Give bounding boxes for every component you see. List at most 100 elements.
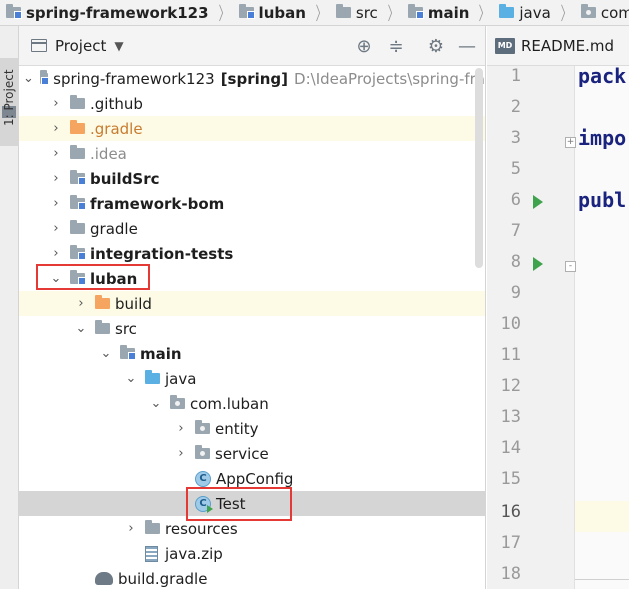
- tree-row-github[interactable]: › .github: [19, 91, 485, 116]
- target-icon[interactable]: ⊕: [352, 34, 376, 58]
- editor-divider: [575, 579, 629, 580]
- line-number: 15: [500, 469, 521, 489]
- chevron-right-icon[interactable]: ›: [73, 296, 89, 311]
- module-folder-icon: [238, 4, 255, 19]
- breadcrumb-item-java[interactable]: java 〉: [493, 0, 574, 25]
- breadcrumb-item-main[interactable]: main 〉: [402, 0, 494, 25]
- fold-icon[interactable]: +: [565, 137, 576, 148]
- tree-row-idea[interactable]: › .idea: [19, 141, 485, 166]
- line-number-current: 16: [500, 502, 521, 522]
- tree-row-build[interactable]: › build: [19, 291, 485, 316]
- tree-row-com-luban[interactable]: ⌄ com.luban: [19, 391, 485, 416]
- editor-tab[interactable]: MD README.md: [487, 26, 629, 66]
- line-number: 3: [510, 128, 521, 148]
- tree-row-build-gradle[interactable]: › build.gradle: [19, 566, 485, 589]
- breadcrumb-label: com: [600, 3, 629, 22]
- breadcrumb-item-com[interactable]: com 〉: [575, 0, 629, 25]
- module-folder-icon: [70, 245, 86, 260]
- breadcrumb-label: main: [427, 3, 470, 22]
- run-method-icon[interactable]: [533, 257, 543, 271]
- tree-label: .idea: [90, 144, 127, 163]
- chevron-right-icon[interactable]: ›: [48, 246, 64, 261]
- collapse-all-icon[interactable]: ≑: [384, 34, 408, 58]
- dropdown-arrow-icon[interactable]: ▼: [114, 39, 123, 53]
- tree-label: java.zip: [165, 544, 223, 563]
- chevron-right-icon[interactable]: ›: [48, 96, 64, 111]
- code-line-1[interactable]: pack: [578, 64, 626, 88]
- line-number: 7: [510, 221, 521, 241]
- fold-icon[interactable]: -: [565, 261, 576, 272]
- line-number: 6: [510, 190, 521, 210]
- excluded-folder-icon: [95, 295, 110, 309]
- project-panel-title[interactable]: Project: [55, 37, 106, 55]
- package-icon: [195, 445, 210, 459]
- gear-icon[interactable]: ⚙: [424, 34, 448, 58]
- line-number: 2: [510, 97, 521, 117]
- line-number: 5: [510, 159, 521, 179]
- chevron-right-icon[interactable]: ›: [123, 521, 139, 536]
- editor-pane: MD README.md 1 2 3 5 6 7 8 9 10 11 12 13…: [487, 26, 629, 589]
- tree-row-service[interactable]: › service: [19, 441, 485, 466]
- chevron-right-icon[interactable]: ›: [173, 421, 189, 436]
- chevron-right-icon[interactable]: ›: [48, 196, 64, 211]
- tree-label: AppConfig: [216, 469, 294, 488]
- chevron-right-icon[interactable]: ›: [48, 121, 64, 136]
- chevron-right-icon[interactable]: ›: [48, 146, 64, 161]
- tree-row-main[interactable]: ⌄ main: [19, 341, 485, 366]
- breadcrumb-label: luban: [258, 3, 306, 22]
- chevron-right-icon[interactable]: ›: [48, 171, 64, 186]
- breadcrumb-item-src[interactable]: src 〉: [330, 0, 402, 25]
- chevron-down-icon[interactable]: ⌄: [73, 321, 89, 336]
- tree-label: resources: [165, 519, 238, 538]
- breadcrumb-label: src: [355, 3, 378, 22]
- tree-row-framework-bom[interactable]: › framework-bom: [19, 191, 485, 216]
- chevron-down-icon[interactable]: ⌄: [123, 371, 139, 386]
- tree-label: integration-tests: [90, 244, 234, 263]
- source-folder-icon: [145, 370, 160, 384]
- breadcrumb-item-project[interactable]: spring-framework123 〉: [0, 0, 233, 25]
- tree-row-integration-tests[interactable]: › integration-tests: [19, 241, 485, 266]
- folder-icon: [70, 145, 85, 159]
- breadcrumb-item-luban[interactable]: luban 〉: [233, 0, 330, 25]
- chevron-down-icon[interactable]: ⌄: [98, 346, 114, 361]
- chevron-down-icon[interactable]: ⌄: [148, 396, 164, 411]
- chevron-down-icon[interactable]: ⌄: [23, 71, 34, 86]
- vertical-scrollbar[interactable]: [475, 68, 483, 268]
- tree-row-buildsrc[interactable]: › buildSrc: [19, 166, 485, 191]
- chevron-right-icon[interactable]: ›: [48, 221, 64, 236]
- tree-label: src: [115, 319, 137, 338]
- line-number: 17: [500, 533, 521, 553]
- line-number: 11: [500, 345, 521, 365]
- module-folder-icon: [39, 70, 50, 85]
- minimize-icon[interactable]: —: [455, 34, 479, 58]
- project-panel-header: Project ▼ ⊕ ≑ ⚙ —: [19, 26, 485, 66]
- package-icon: [580, 4, 596, 18]
- tree-row-gradle[interactable]: › gradle: [19, 216, 485, 241]
- code-line-6[interactable]: publ: [578, 188, 626, 212]
- run-class-icon[interactable]: [533, 195, 543, 209]
- project-view-icon: [31, 39, 47, 52]
- line-number: 8: [510, 252, 521, 272]
- tree-label: spring-framework123: [53, 69, 215, 88]
- breadcrumb: spring-framework123 〉 luban 〉 src 〉 main…: [0, 0, 629, 26]
- module-folder-icon: [70, 195, 86, 210]
- tree-row-entity[interactable]: › entity: [19, 416, 485, 441]
- package-icon: [195, 420, 210, 434]
- tree-row-java-zip[interactable]: › java.zip: [19, 541, 485, 566]
- tool-window-strip: 1: Project: [0, 26, 19, 589]
- editor-tab-label: README.md: [521, 36, 615, 55]
- module-tag: [spring]: [220, 69, 289, 88]
- folder-icon: [70, 220, 85, 234]
- tree-row-root[interactable]: ⌄ spring-framework123 [spring] D:\IdeaPr…: [19, 66, 485, 91]
- chevron-right-icon[interactable]: ›: [173, 446, 189, 461]
- markdown-file-icon: MD: [495, 37, 515, 54]
- tree-label: build.gradle: [118, 569, 208, 588]
- code-line-3[interactable]: impo: [578, 126, 626, 150]
- tree-row-gradle-dir[interactable]: › .gradle: [19, 116, 485, 141]
- folder-icon: [95, 320, 110, 334]
- source-root-folder-icon: [120, 345, 136, 360]
- tree-label: framework-bom: [90, 194, 225, 213]
- tree-label: main: [140, 344, 182, 363]
- tree-row-src[interactable]: ⌄ src: [19, 316, 485, 341]
- tree-row-java[interactable]: ⌄ java: [19, 366, 485, 391]
